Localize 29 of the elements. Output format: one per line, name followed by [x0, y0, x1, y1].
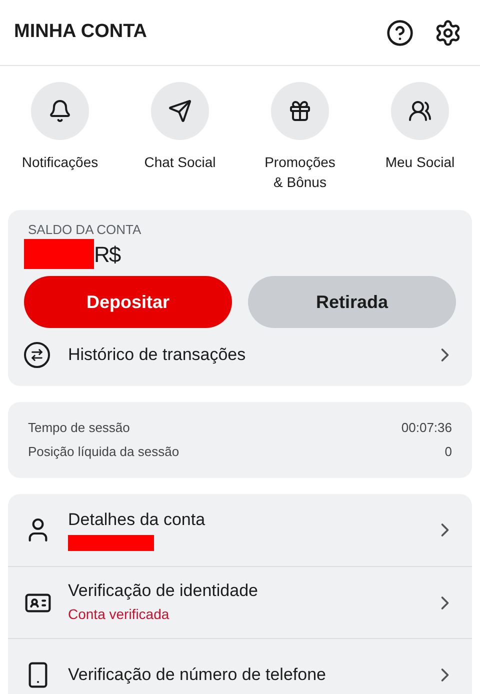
deposit-button[interactable]: Depositar	[24, 276, 232, 328]
page-title: MINHA CONTA	[14, 20, 147, 44]
session-value: 00:07:36	[401, 420, 452, 436]
balance-currency: R$	[94, 240, 120, 268]
shortcut-label: Notificações	[22, 153, 98, 172]
bell-icon	[48, 99, 72, 123]
session-value: 0	[444, 444, 452, 460]
shortcut-label: Chat Social	[144, 153, 216, 172]
gift-icon	[288, 99, 312, 123]
redaction-mark	[24, 239, 94, 269]
account-row[interactable]: Verificação de número de telefone	[8, 638, 472, 694]
account-row[interactable]: Verificação de identidade Conta verificada	[8, 566, 472, 638]
balance-label: SALDO DA CONTA	[27, 222, 142, 238]
session-label: Posição líquida da sessão	[28, 444, 180, 460]
shortcut-label: Promoções & Bônus	[264, 153, 336, 192]
transfer-icon	[24, 342, 50, 368]
row-status: Conta verificada	[68, 605, 170, 624]
withdraw-button[interactable]: Retirada	[248, 276, 456, 328]
row-title: Verificação de número de telefone	[68, 664, 328, 686]
help-icon[interactable]	[386, 18, 414, 46]
transaction-history-row[interactable]: Histórico de transações	[24, 332, 456, 378]
row-title: Detalhes da conta	[68, 509, 206, 531]
shortcut-label: Meu Social	[385, 153, 455, 172]
session-label: Tempo de sessão	[28, 420, 130, 436]
people-icon	[408, 99, 432, 123]
row-title: Verificação de identidade	[68, 580, 259, 602]
paper-plane-icon	[168, 99, 192, 123]
settings-icon[interactable]	[434, 18, 462, 46]
account-row[interactable]: Detalhes da conta	[8, 494, 472, 566]
